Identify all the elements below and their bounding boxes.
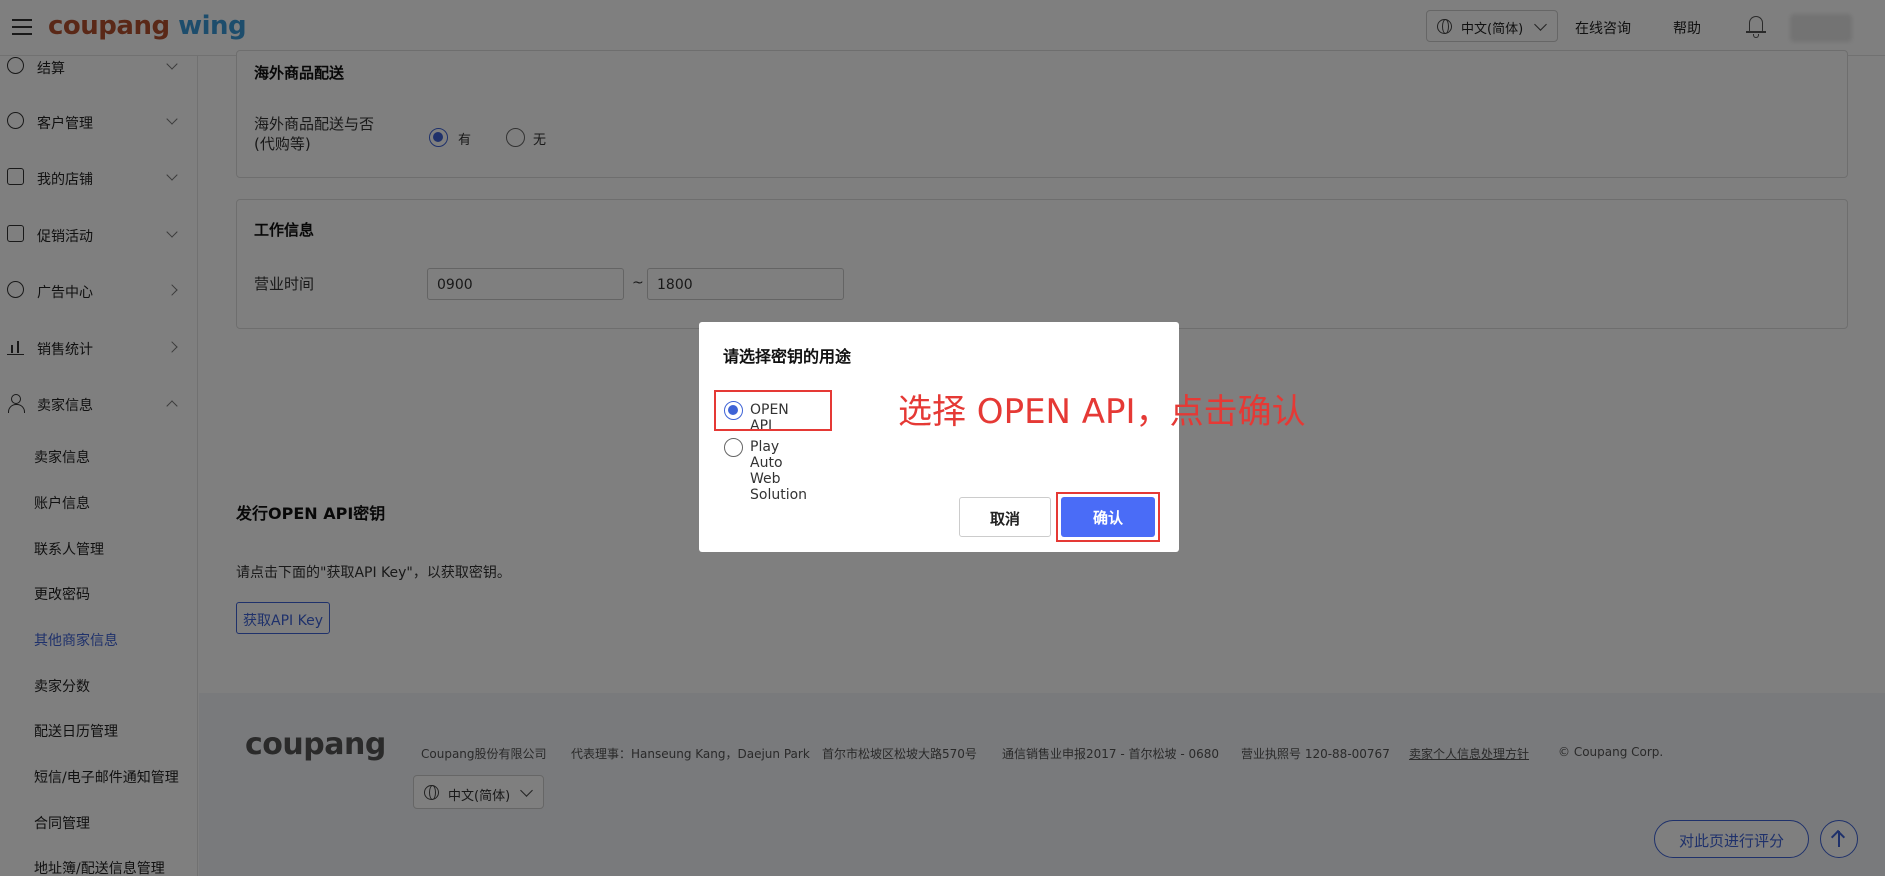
play-auto-radio[interactable] (724, 438, 743, 457)
key-purpose-dialog: 请选择密钥的用途 OPEN API Play Auto Web Solution… (699, 322, 1179, 552)
highlight-box-confirm (1056, 492, 1160, 542)
dialog-title: 请选择密钥的用途 (723, 347, 852, 366)
play-auto-label: Play Auto Web Solution (750, 439, 808, 503)
instruction-annotation: 选择 OPEN API，点击确认 (898, 392, 1306, 432)
highlight-box-open-api (714, 390, 832, 431)
cancel-button[interactable]: 取消 (959, 497, 1051, 537)
